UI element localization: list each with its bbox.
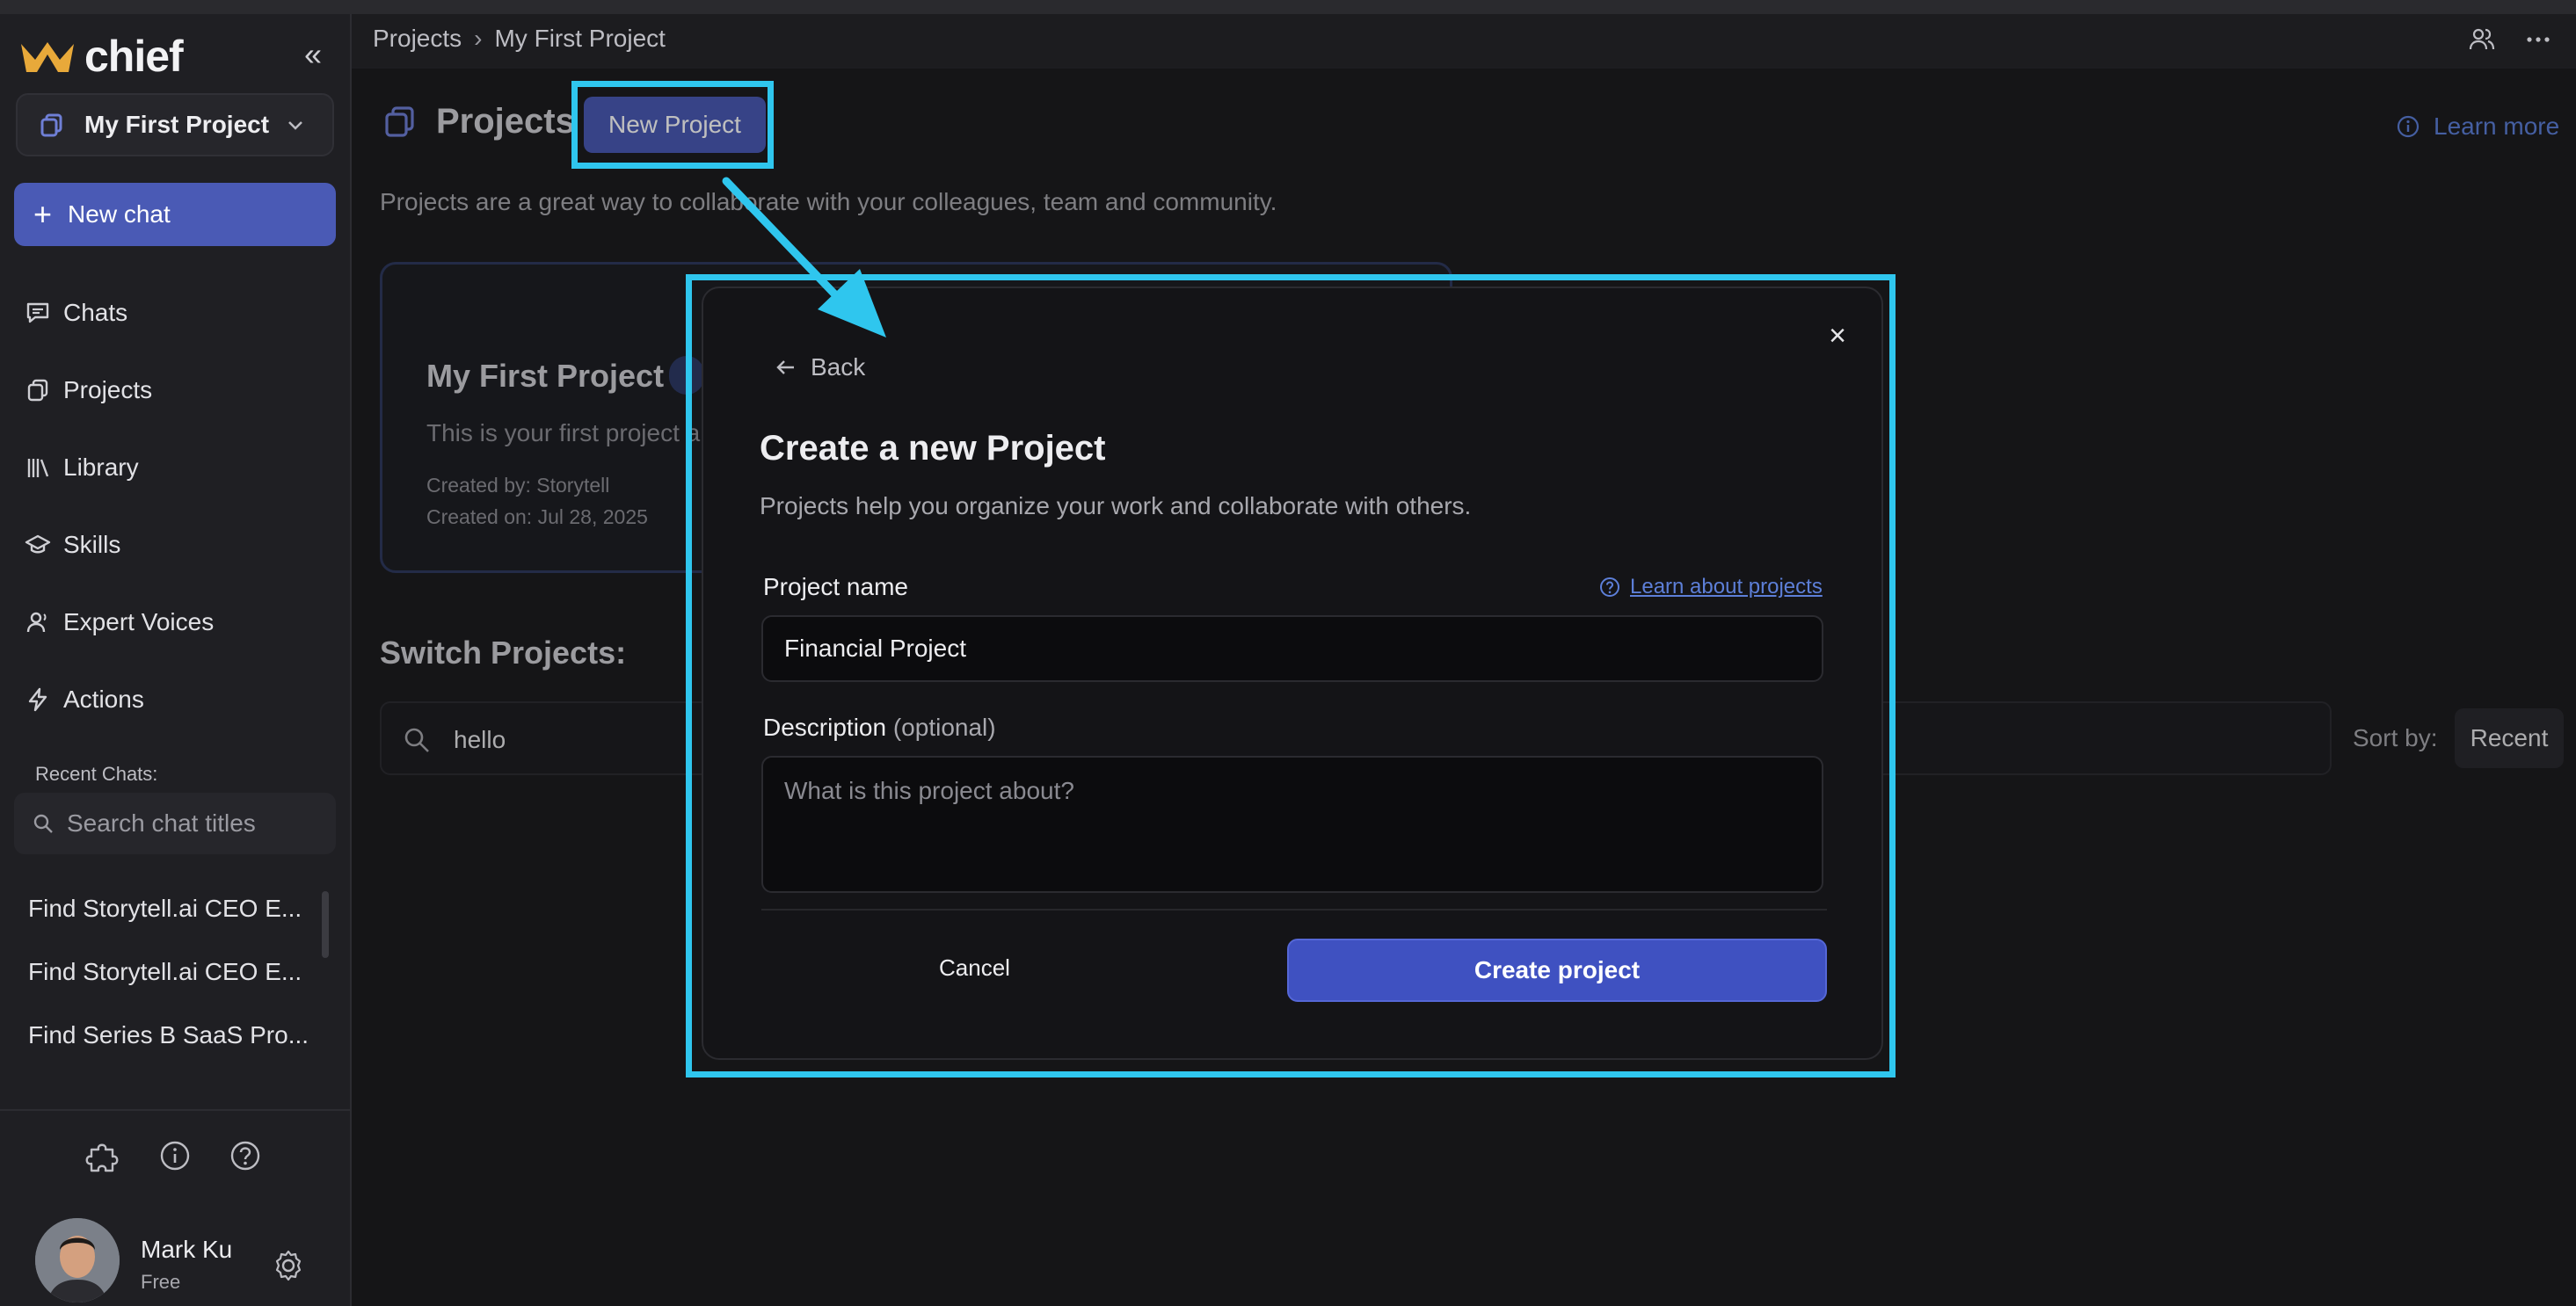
breadcrumb-current: My First Project <box>494 25 666 52</box>
projects-icon <box>27 379 48 402</box>
sidebar-item-projects[interactable]: Projects <box>25 368 152 412</box>
modal-intro: Projects help you organize your work and… <box>760 492 1472 519</box>
breadcrumb-chevron-icon: › <box>474 25 483 52</box>
description-label-text: Description <box>763 714 887 741</box>
recent-chats-title: Recent Chats: <box>35 763 158 785</box>
project-selector-label: My First Project <box>84 111 270 138</box>
breadcrumb: Projects › My First Project <box>373 25 666 53</box>
puzzle-icon[interactable] <box>84 1137 121 1174</box>
learn-about-projects-link[interactable]: Learn about projects <box>1598 575 1823 599</box>
back-button[interactable]: Back <box>774 353 865 381</box>
description-label: Description (optional) <box>763 714 996 742</box>
sidebar-divider <box>0 1109 350 1111</box>
chat-bubble-icon <box>26 302 49 323</box>
new-chat-label: New chat <box>68 200 171 228</box>
collapse-sidebar-icon[interactable]: « <box>295 37 331 72</box>
window-top-strip <box>0 0 2576 14</box>
graduation-cap-icon <box>25 534 51 554</box>
avatar-portrait-icon <box>35 1218 120 1302</box>
recent-chat-item[interactable]: Find Storytell.ai CEO E... <box>28 958 302 986</box>
create-project-modal: × Back Create a new Project Projects hel… <box>702 287 1883 1060</box>
sidebar-item-label: Projects <box>63 376 153 403</box>
create-project-button[interactable]: Create project <box>1287 939 1827 1002</box>
person-voice-icon <box>26 612 47 633</box>
library-icon <box>27 459 49 477</box>
description-textarea[interactable] <box>761 756 1823 893</box>
help-icon[interactable] <box>227 1137 264 1174</box>
sidebar-item-actions[interactable]: Actions <box>25 678 144 722</box>
help-circle-icon <box>1600 577 1619 597</box>
project-stack-icon <box>40 113 62 137</box>
sidebar-item-label: Actions <box>63 686 144 713</box>
user-name: Mark Ku <box>141 1236 233 1263</box>
sidebar-item-chats[interactable]: Chats <box>25 291 127 335</box>
recent-chat-item[interactable]: Find Series B SaaS Pro... <box>28 1021 309 1049</box>
project-name-label: Project name <box>763 573 908 600</box>
cancel-button[interactable]: Cancel <box>939 954 1010 982</box>
arrow-left-icon <box>776 360 794 374</box>
gear-icon[interactable] <box>271 1248 306 1283</box>
recent-chat-item[interactable]: Find Storytell.ai CEO E... <box>28 895 302 923</box>
brand[interactable]: chief <box>19 32 184 81</box>
people-icon[interactable] <box>2467 25 2497 54</box>
back-label: Back <box>811 353 866 381</box>
sidebar-item-expert-voices[interactable]: Expert Voices <box>25 600 214 644</box>
search-icon <box>33 814 53 833</box>
sidebar-item-library[interactable]: Library <box>25 446 139 490</box>
info-icon[interactable] <box>156 1137 193 1174</box>
plus-icon: + <box>33 196 53 232</box>
brand-name: chief <box>84 32 184 81</box>
project-selector[interactable]: My First Project <box>16 93 334 156</box>
sidebar-item-skills[interactable]: Skills <box>25 523 120 567</box>
highlight-box-new-project <box>571 81 774 169</box>
chat-search-input[interactable] <box>67 809 331 838</box>
description-optional-text: (optional) <box>892 714 996 741</box>
crown-logo-icon <box>21 42 74 72</box>
modal-heading: Create a new Project <box>760 429 1106 468</box>
chat-search[interactable] <box>14 793 336 854</box>
lightning-icon <box>28 687 47 712</box>
sidebar-item-label: Chats <box>63 299 128 326</box>
sidebar-item-label: Skills <box>63 531 121 558</box>
new-chat-button[interactable]: + New chat <box>14 183 336 246</box>
recent-chats-scrollbar[interactable] <box>322 891 329 958</box>
list-fade <box>0 1069 350 1109</box>
user-plan: Free <box>141 1271 181 1293</box>
sidebar-item-label: Library <box>63 453 139 481</box>
learn-about-projects-label: Learn about projects <box>1630 575 1823 599</box>
close-icon[interactable]: × <box>1820 318 1855 353</box>
modal-divider <box>761 909 1827 911</box>
more-options-icon[interactable] <box>2523 25 2553 54</box>
breadcrumb-root[interactable]: Projects <box>373 25 462 53</box>
chevron-down-icon <box>288 121 302 130</box>
project-name-input[interactable] <box>761 615 1823 682</box>
sidebar-item-label: Expert Voices <box>63 608 215 635</box>
avatar[interactable] <box>35 1218 120 1302</box>
sidebar: chief « My First Project + New chat Chat… <box>0 14 352 1306</box>
